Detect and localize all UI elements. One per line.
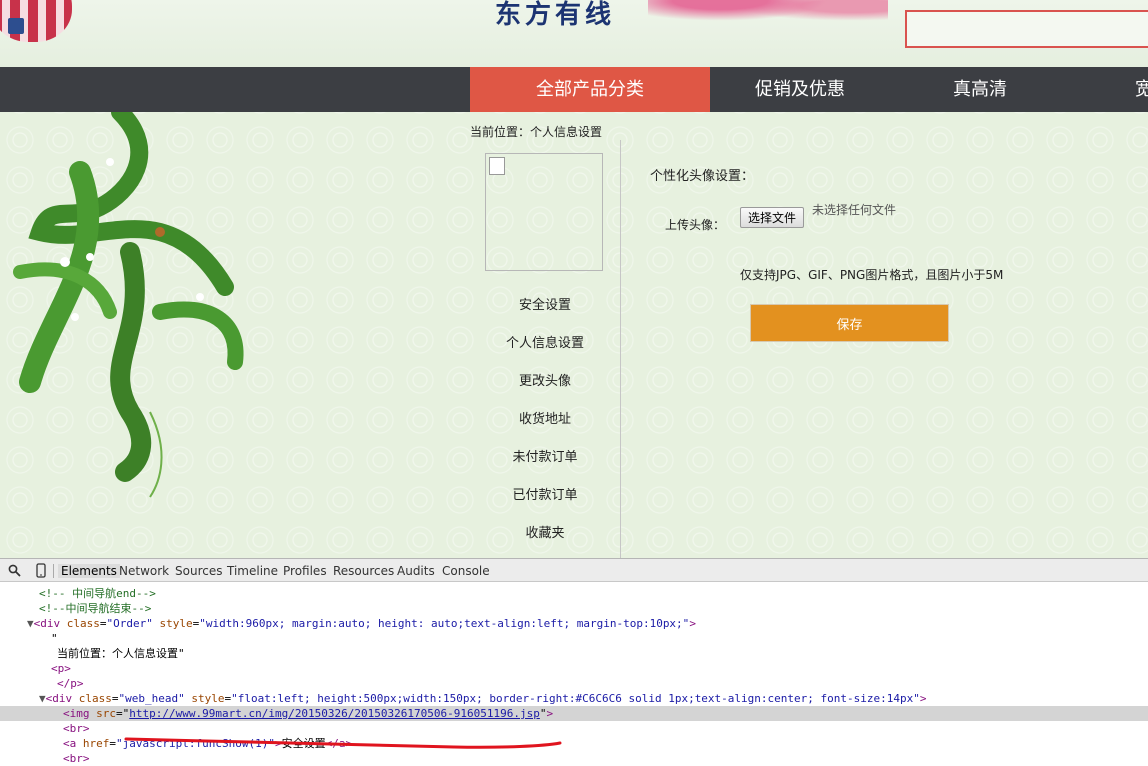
sidebar-link-change-avatar[interactable]: 更改头像	[470, 370, 620, 389]
code-line-selected[interactable]: <img src="http://www.99mart.cn/img/20150…	[0, 706, 1148, 721]
code-line[interactable]: <!-- 中间导航end-->	[0, 586, 1148, 601]
comment-text: <!--中间导航结束-->	[39, 602, 152, 615]
brand-calligraphy-decoration	[648, 0, 888, 32]
nav-item-promotions[interactable]: 促销及优惠	[710, 67, 890, 112]
sidebar-link-favorites[interactable]: 收藏夹	[470, 522, 620, 541]
broken-image-icon	[489, 157, 505, 175]
attr-value: "float:left; height:500px;width:150px; b…	[231, 692, 920, 705]
devtools-panel: Elements Network Sources Timeline Profil…	[0, 558, 1148, 765]
tab-network[interactable]: Network	[119, 564, 169, 578]
attr-name: style	[191, 692, 225, 705]
header-search-box[interactable]	[905, 10, 1148, 48]
choose-file-button[interactable]: 选择文件	[740, 207, 805, 228]
tab-console[interactable]: Console	[442, 564, 490, 578]
spring-calligraphy-decoration	[13, 112, 244, 498]
expand-triangle-icon[interactable]: ▼	[0, 692, 46, 705]
code-line[interactable]: </p>	[0, 676, 1148, 691]
attr-value: "width:960px; margin:auto; height: auto;…	[199, 617, 690, 630]
sidebar-link-paid-orders[interactable]: 已付款订单	[470, 484, 620, 503]
tab-profiles[interactable]: Profiles	[283, 564, 327, 578]
attr-name: src	[96, 707, 116, 720]
nav-item-all-categories[interactable]: 全部产品分类	[470, 67, 710, 112]
attr-value: "web_head"	[118, 692, 185, 705]
nav-item-true-hd[interactable]: 真高清	[890, 67, 1070, 112]
browser-viewport: 东方有线 全部产品分类 促销及优惠 真高清 宽 当前位置：个人信息设置 安全设置…	[0, 0, 1148, 558]
tag-name: <div	[45, 692, 73, 705]
toolbar-separator	[53, 564, 54, 578]
device-mode-icon[interactable]	[36, 563, 46, 578]
sidebar-link-profile[interactable]: 个人信息设置	[470, 332, 620, 351]
balloon-basket-decoration	[8, 18, 24, 34]
breadcrumb: 当前位置：个人信息设置	[470, 125, 603, 139]
img-src-link[interactable]: http://www.99mart.cn/img/20150326/201503…	[129, 707, 540, 720]
code-line[interactable]: 当前位置：个人信息设置"	[0, 646, 1148, 661]
code-line[interactable]: <!--中间导航结束-->	[0, 601, 1148, 616]
account-sidebar: 安全设置 个人信息设置 更改头像 收货地址 未付款订单 已付款订单 收藏夹	[470, 140, 621, 558]
tag-name: <img	[63, 707, 90, 720]
brand-logo-text[interactable]: 东方有线	[495, 0, 615, 31]
tag-name: <p>	[51, 662, 71, 675]
sidebar-link-security[interactable]: 安全设置	[470, 294, 620, 313]
text-node: 当前位置：个人信息设置"	[57, 647, 185, 660]
hot-air-balloon-decoration	[0, 0, 72, 42]
save-button[interactable]: 保存	[750, 304, 949, 342]
attr-value: "Order"	[106, 617, 153, 630]
elements-tree: <!-- 中间导航end--> <!--中间导航结束--> ▼<div clas…	[0, 583, 1148, 765]
upload-avatar-label: 上传头像：	[665, 218, 726, 232]
red-underline-annotation	[124, 737, 562, 749]
tab-sources[interactable]: Sources	[175, 564, 222, 578]
code-line[interactable]: ▼<div class="web_head" style="float:left…	[0, 691, 1148, 706]
tab-timeline[interactable]: Timeline	[227, 564, 278, 578]
tag-name: <a	[63, 737, 77, 750]
attr-name: style	[159, 617, 193, 630]
avatar-settings-title: 个性化头像设置：	[650, 169, 755, 184]
code-line[interactable]: <p>	[0, 661, 1148, 676]
devtools-toolbar: Elements Network Sources Timeline Profil…	[0, 558, 1148, 582]
tab-resources[interactable]: Resources	[333, 564, 394, 578]
comment-text: <!-- 中间导航end-->	[39, 587, 156, 600]
expand-triangle-icon[interactable]: ▼	[0, 617, 34, 630]
tab-audits[interactable]: Audits	[397, 564, 435, 578]
sidebar-link-unpaid-orders[interactable]: 未付款订单	[470, 446, 620, 465]
sidebar-link-shipping-address[interactable]: 收货地址	[470, 408, 620, 427]
attr-name: class	[66, 617, 100, 630]
tag-name: <div	[33, 617, 61, 630]
code-line[interactable]: "	[0, 631, 1148, 646]
tag-name: <br>	[63, 722, 90, 735]
text-node: "	[51, 632, 58, 645]
inspect-search-icon[interactable]	[8, 564, 21, 577]
code-line[interactable]: <br>	[0, 751, 1148, 766]
tab-elements[interactable]: Elements	[58, 564, 120, 578]
code-line[interactable]: <br>	[0, 721, 1148, 736]
attr-name: href	[82, 737, 110, 750]
main-nav: 全部产品分类 促销及优惠 真高清 宽	[0, 67, 1148, 112]
attr-name: class	[78, 692, 112, 705]
code-line[interactable]: ▼<div class="Order" style="width:960px; …	[0, 616, 1148, 631]
file-status-text: 未选择任何文件	[812, 203, 897, 217]
format-note: 仅支持JPG、GIF、PNG图片格式，且图片小于5M	[740, 268, 1004, 282]
tag-name: <br>	[63, 752, 90, 765]
avatar-image	[485, 153, 603, 271]
avatar-settings-panel: 个性化头像设置： 上传头像： 选择文件 未选择任何文件 仅支持JPG、GIF、P…	[621, 140, 1141, 558]
site-header: 东方有线	[0, 0, 1148, 67]
nav-item-broadband[interactable]: 宽	[1135, 67, 1148, 112]
tag-name: </p>	[57, 677, 84, 690]
